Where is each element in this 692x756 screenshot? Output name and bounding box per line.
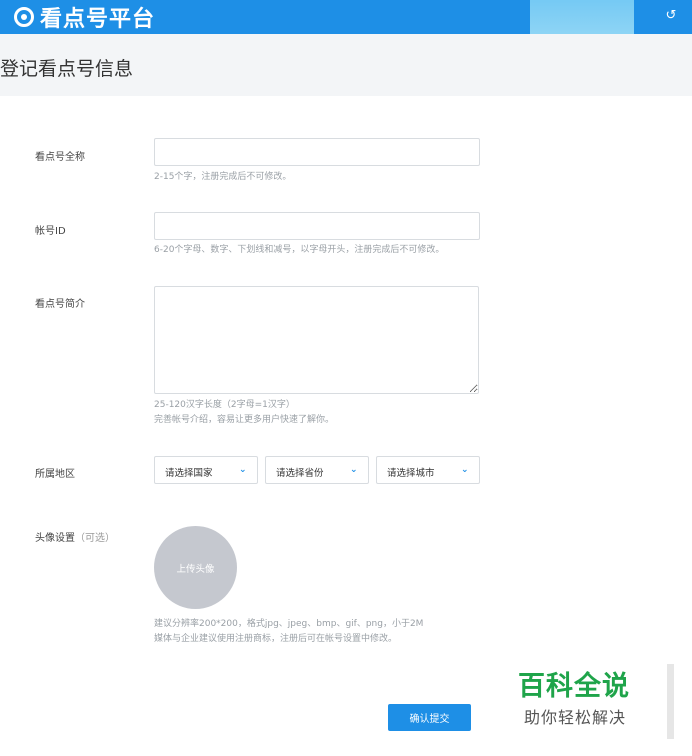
- intro-textarea[interactable]: [154, 286, 479, 394]
- chevron-down-icon: ⌄: [239, 465, 247, 475]
- top-bar: 看点号平台 ↺: [0, 0, 692, 52]
- avatar-hint-format: 建议分辨率200*200，格式jpg、jpeg、bmp、gif、png，小于2M: [154, 619, 424, 629]
- upload-avatar-label: 上传头像: [176, 563, 215, 575]
- intro-hint-tip: 完善帐号介绍，容易让更多用户快速了解你。: [154, 415, 335, 425]
- watermark-title: 百科全说: [518, 671, 630, 702]
- logout-icon[interactable]: ↺: [663, 8, 679, 24]
- title-bar: 登记看点号信息: [0, 34, 692, 96]
- avatar-hint-trademark: 媒体与企业建议使用注册商标，注册后可在帐号设置中修改。: [154, 634, 398, 644]
- page-title: 登记看点号信息: [0, 58, 134, 80]
- intro-hint-length: 25-120汉字长度（2字母=1汉字）: [154, 400, 295, 410]
- avatar-label-text: 头像设置: [35, 533, 75, 544]
- chevron-down-icon: ⌄: [350, 465, 358, 475]
- logo[interactable]: 看点号平台: [14, 2, 155, 32]
- full-name-input[interactable]: [154, 138, 480, 166]
- scrollbar[interactable]: [667, 664, 674, 739]
- country-select[interactable]: 请选择国家 ⌄: [154, 456, 258, 484]
- avatar-optional-text: （可选）: [75, 533, 115, 544]
- province-select-value: 请选择省份: [276, 468, 324, 479]
- intro-label: 看点号简介: [35, 299, 85, 310]
- province-select[interactable]: 请选择省份 ⌄: [265, 456, 369, 484]
- account-id-input[interactable]: [154, 212, 480, 240]
- avatar-label: 头像设置（可选）: [35, 529, 115, 544]
- account-id-hint: 6-20个字母、数字、下划线和减号，以字母开头，注册完成后不可修改。: [154, 245, 445, 255]
- watermark-subtitle: 助你轻松解决: [524, 708, 627, 727]
- region-label: 所属地区: [35, 469, 75, 480]
- chevron-down-icon: ⌄: [461, 465, 469, 475]
- kandian-eye-icon: [14, 7, 34, 27]
- city-select[interactable]: 请选择城市 ⌄: [376, 456, 480, 484]
- full-name-hint: 2-15个字，注册完成后不可修改。: [154, 172, 292, 182]
- submit-button[interactable]: 确认提交: [388, 704, 471, 731]
- account-id-label: 帐号ID: [35, 226, 66, 237]
- city-select-value: 请选择城市: [387, 468, 435, 479]
- country-select-value: 请选择国家: [165, 468, 213, 479]
- full-name-label: 看点号全称: [35, 152, 85, 163]
- logo-text: 看点号平台: [40, 7, 156, 32]
- upload-avatar-button[interactable]: 上传头像: [154, 526, 237, 609]
